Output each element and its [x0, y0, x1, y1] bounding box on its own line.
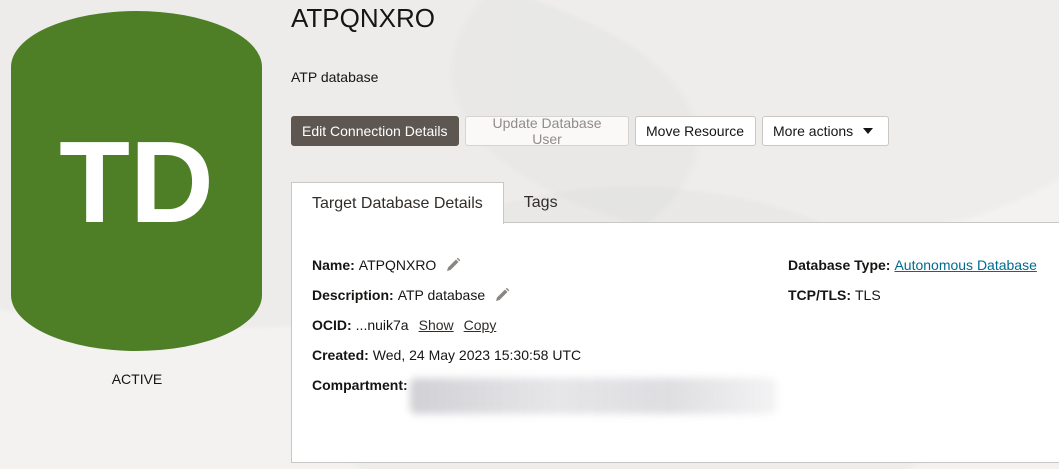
- edit-description-pencil-icon[interactable]: [494, 287, 510, 303]
- more-actions-button[interactable]: More actions: [762, 116, 889, 146]
- tcp-tls-label: TCP/TLS:: [788, 287, 851, 303]
- move-resource-button[interactable]: Move Resource: [635, 116, 756, 146]
- page-title: ATPQNXRO: [291, 3, 435, 33]
- caret-down-icon: [863, 128, 874, 134]
- lifecycle-state: ACTIVE: [111, 371, 163, 387]
- ocid-label: OCID:: [312, 317, 352, 333]
- description-field: Description: ATP database: [312, 287, 510, 303]
- created-value: Wed, 24 May 2023 15:30:58 UTC: [372, 347, 582, 363]
- resource-initials: TD: [59, 117, 214, 247]
- name-field: Name: ATPQNXRO: [312, 257, 461, 273]
- action-bar: Edit Connection Details Update Database …: [291, 115, 889, 147]
- ocid-value: ...nuik7a: [355, 317, 409, 333]
- page-subtitle: ATP database: [291, 69, 379, 85]
- edit-connection-details-button[interactable]: Edit Connection Details: [291, 116, 459, 146]
- description-label: Description:: [312, 287, 394, 303]
- tcp-tls-value: TLS: [855, 287, 881, 303]
- database-type-link[interactable]: Autonomous Database: [894, 257, 1036, 273]
- details-panel: Name: ATPQNXRO Description: ATP database…: [291, 222, 1059, 463]
- ocid-copy-link[interactable]: Copy: [464, 317, 497, 333]
- created-field: Created: Wed, 24 May 2023 15:30:58 UTC: [312, 347, 581, 363]
- database-cylinder-icon: TD: [11, 11, 262, 351]
- name-value: ATPQNXRO: [358, 257, 437, 273]
- created-label: Created:: [312, 347, 369, 363]
- tab-target-database-details[interactable]: Target Database Details: [291, 182, 504, 224]
- update-database-user-button[interactable]: Update Database User: [465, 115, 629, 147]
- database-type-field: Database Type: Autonomous Database: [788, 257, 1037, 273]
- compartment-label: Compartment:: [312, 377, 408, 393]
- tab-tags[interactable]: Tags: [504, 182, 578, 223]
- edit-name-pencil-icon[interactable]: [445, 257, 461, 273]
- tab-bar: Target Database Details Tags: [291, 182, 578, 224]
- description-value: ATP database: [397, 287, 486, 303]
- ocid-show-link[interactable]: Show: [419, 317, 454, 333]
- ocid-field: OCID: ...nuik7a Show Copy: [312, 317, 496, 333]
- database-type-label: Database Type:: [788, 257, 891, 273]
- compartment-field: Compartment:: [312, 377, 412, 393]
- tcp-tls-field: TCP/TLS: TLS: [788, 287, 881, 303]
- name-label: Name:: [312, 257, 355, 273]
- more-actions-label: More actions: [773, 123, 854, 139]
- compartment-value-redacted: [410, 378, 776, 414]
